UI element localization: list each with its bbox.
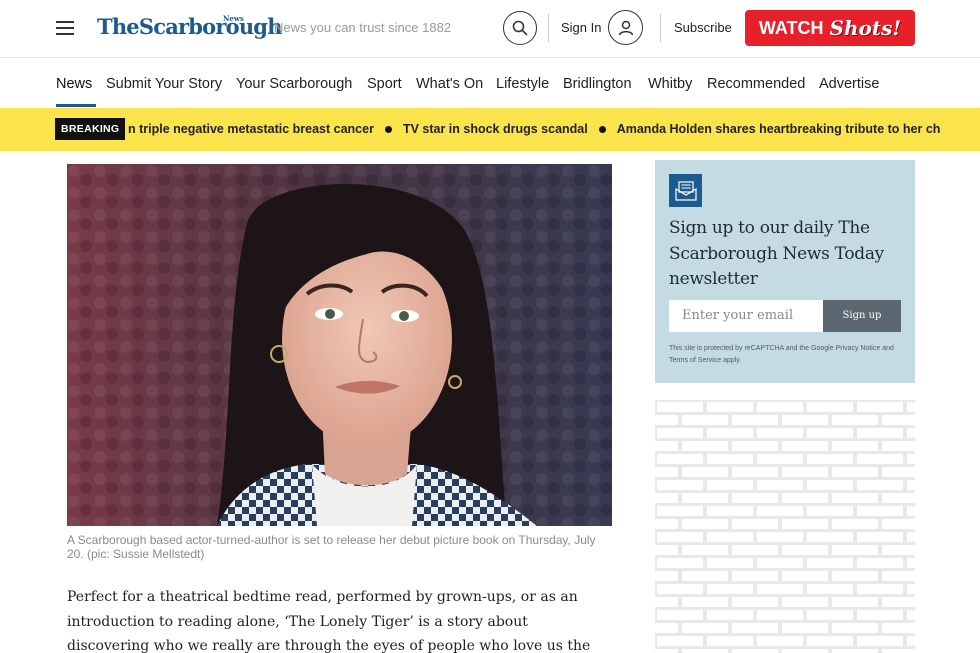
header-divider	[548, 14, 549, 42]
advertisement-placeholder	[655, 400, 915, 653]
image-caption: A Scarborough based actor-turned-author …	[67, 533, 596, 561]
portrait-photo	[67, 164, 612, 526]
search-icon	[512, 20, 528, 36]
nav-item-news[interactable]: News	[56, 76, 92, 92]
breaking-badge: BREAKING	[55, 118, 126, 140]
article-paragraph: Perfect for a theatrical bedtime read, p…	[67, 589, 591, 653]
user-icon	[618, 20, 633, 35]
breaking-headline[interactable]: TV star in shock drugs scandal	[403, 122, 588, 136]
nav-item-whitby[interactable]: Whitby	[648, 76, 692, 92]
breaking-ticker: n triple negative metastatic breast canc…	[128, 122, 940, 136]
nav-item-bridlington[interactable]: Bridlington	[563, 76, 632, 92]
sign-in-link[interactable]: Sign In	[561, 20, 601, 35]
account-button[interactable]	[608, 10, 643, 45]
brick-pattern	[655, 400, 915, 653]
watch-label: WATCH	[758, 17, 824, 38]
email-field[interactable]: Enter your email	[669, 300, 823, 332]
nav-item-whats-on[interactable]: What's On	[416, 76, 483, 92]
newsletter-signup-box: Sign up to our daily The Scarborough New…	[655, 160, 915, 383]
sign-up-button[interactable]: Sign up	[823, 300, 901, 332]
site-logo[interactable]: TheScarborough	[97, 14, 282, 39]
menu-icon[interactable]	[56, 21, 74, 35]
header-divider	[660, 14, 661, 42]
breaking-headline[interactable]: n triple negative metastatic breast canc…	[128, 122, 374, 136]
newsletter-title: Sign up to our daily The Scarborough New…	[669, 218, 884, 289]
nav-active-indicator	[56, 104, 96, 107]
nav-item-lifestyle[interactable]: Lifestyle	[496, 76, 549, 92]
nav-item-submit-your-story[interactable]: Submit Your Story	[106, 76, 222, 92]
subscribe-link[interactable]: Subscribe	[674, 20, 732, 35]
nav-item-advertise[interactable]: Advertise	[819, 76, 879, 92]
newsletter-icon	[669, 174, 702, 207]
breaking-headline[interactable]: Amanda Holden shares heartbreaking tribu…	[617, 122, 941, 136]
recaptcha-notice: This site is protected by reCAPTCHA and …	[669, 345, 894, 364]
bullet-icon	[384, 125, 392, 133]
nav-item-recommended[interactable]: Recommended	[707, 76, 805, 92]
nav-item-sport[interactable]: Sport	[367, 76, 402, 92]
breaking-news-bar: BREAKING n triple negative metastatic br…	[0, 108, 980, 151]
shots-logo: Shots!	[829, 16, 902, 40]
nav-item-your-scarborough[interactable]: Your Scarborough	[236, 76, 352, 92]
main-nav: News Submit Your Story Your Scarborough …	[0, 59, 980, 108]
site-tagline: News you can trust since 1882	[274, 20, 452, 35]
site-logo-news: News	[223, 14, 244, 23]
watch-shots-button[interactable]: WATCH Shots!	[745, 10, 915, 46]
bullet-icon	[598, 125, 606, 133]
site-header: TheScarborough News News you can trust s…	[0, 0, 980, 58]
article-hero-image	[67, 164, 612, 526]
search-button[interactable]	[503, 11, 537, 45]
